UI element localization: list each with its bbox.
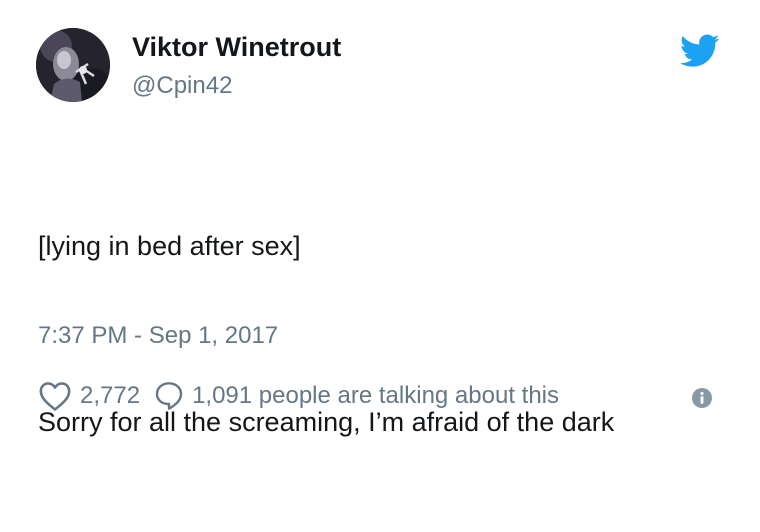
tweet-text-line-1: [lying in bed after sex] (38, 231, 301, 261)
tweet-timestamp[interactable]: 7:37 PM - Sep 1, 2017 (38, 322, 278, 350)
speech-bubble-icon (154, 380, 184, 412)
author-handle[interactable]: @Cpin42 (132, 72, 232, 100)
heart-icon (38, 380, 72, 412)
profile-avatar-icon[interactable] (36, 28, 110, 102)
engagement-bar: 2,772 1,091 people are talking about thi… (38, 378, 559, 414)
author-display-name[interactable]: Viktor Winetrout (132, 32, 341, 63)
like-button[interactable]: 2,772 (38, 380, 140, 412)
like-count: 2,772 (80, 382, 141, 409)
info-icon[interactable] (691, 387, 713, 409)
reply-count-text: 1,091 people are talking about this (192, 382, 559, 409)
reply-button[interactable]: 1,091 people are talking about this (154, 380, 559, 412)
twitter-bird-icon[interactable] (680, 34, 720, 68)
tweet-card: Viktor Winetrout @Cpin42 [lying in bed a… (0, 0, 760, 441)
